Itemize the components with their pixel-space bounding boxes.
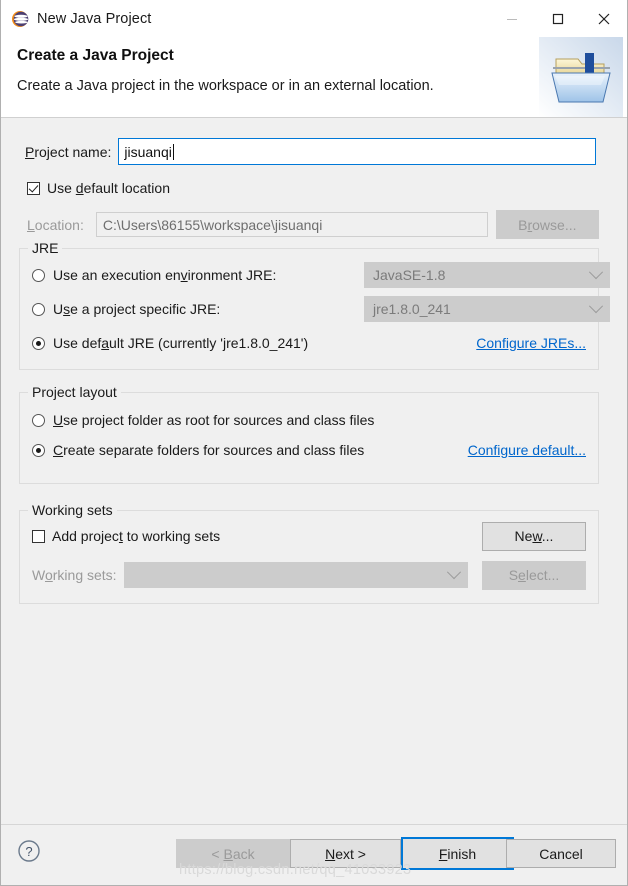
window-title: New Java Project (37, 10, 152, 27)
working-sets-group: Working sets Add project to working sets… (19, 502, 599, 604)
wizard-header: Create a Java Project Create a Java proj… (1, 37, 627, 118)
jre-execution-environment-radio[interactable] (32, 268, 45, 282)
project-layout-group-title: Project layout (28, 384, 121, 400)
configure-default-link[interactable]: Configure default... (468, 442, 586, 458)
working-sets-label: Working sets: (32, 567, 117, 583)
chevron-down-icon (588, 265, 604, 280)
window-controls (489, 0, 627, 37)
finish-button[interactable]: Finish (401, 837, 514, 870)
svg-text:?: ? (25, 844, 32, 859)
select-working-set-label: Select... (508, 567, 560, 583)
layout-project-folder-radio[interactable] (32, 413, 45, 427)
new-java-project-dialog: New Java Project Create a Java Project C… (0, 0, 628, 886)
location-value: C:\Users\86155\workspace\jisuanqi (102, 216, 323, 233)
browse-button: Browse... (495, 210, 599, 239)
new-working-set-button[interactable]: New... (482, 521, 586, 551)
maximize-icon[interactable] (535, 0, 581, 37)
location-row: Location: C:\Users\86155\workspace\jisua… (27, 210, 599, 239)
page-title: Create a Java Project (17, 47, 174, 64)
text-caret (172, 143, 174, 160)
chevron-down-icon (588, 299, 604, 314)
next-label: Next > (325, 845, 366, 862)
browse-label: Browse... (518, 216, 577, 233)
project-name-input[interactable]: jisuanqi (118, 138, 597, 165)
jre-option-execution-environment[interactable]: Use an execution environment JRE: JavaSE… (32, 262, 610, 288)
jre-default-radio[interactable] (32, 336, 45, 350)
jre-option-project-specific[interactable]: Use a project specific JRE: jre1.8.0_241 (32, 296, 610, 322)
jre-project-specific-radio[interactable] (32, 302, 45, 316)
working-sets-group-title: Working sets (28, 502, 117, 518)
project-name-row: Project name: jisuanqi (25, 138, 597, 165)
jre-group-title: JRE (28, 240, 63, 256)
finish-label: Finish (438, 845, 477, 862)
working-sets-combo (124, 562, 468, 588)
project-name-label: Project name: (25, 143, 112, 160)
chevron-down-icon (446, 565, 462, 580)
select-working-set-button: Select... (482, 560, 586, 590)
execution-environment-value: JavaSE-1.8 (373, 267, 446, 283)
project-layout-group: Project layout Use project folder as roo… (19, 384, 599, 484)
page-description: Create a Java project in the workspace o… (17, 78, 434, 94)
java-project-folder-icon (539, 37, 623, 117)
eclipse-icon (11, 10, 29, 28)
working-sets-select-row: Working sets: Select... (32, 560, 588, 590)
add-to-working-sets-row[interactable]: Add project to working sets New... (32, 521, 588, 551)
use-default-location-checkbox[interactable] (27, 181, 40, 195)
project-specific-jre-value: jre1.8.0_241 (373, 301, 451, 317)
help-icon[interactable]: ? (17, 839, 41, 863)
layout-project-folder-label: Use project folder as root for sources a… (53, 412, 375, 428)
layout-option-separate-folders[interactable]: Create separate folders for sources and … (32, 442, 588, 458)
add-to-working-sets-label: Add project to working sets (52, 528, 221, 544)
execution-environment-combo: JavaSE-1.8 (364, 262, 610, 288)
title-bar: New Java Project (1, 0, 627, 37)
use-default-location-row[interactable]: Use default location (27, 180, 170, 196)
layout-separate-folders-label: Create separate folders for sources and … (53, 442, 365, 458)
location-field: C:\Users\86155\workspace\jisuanqi (95, 212, 488, 237)
use-default-location-label: Use default location (47, 180, 170, 196)
jre-option-default[interactable]: Use default JRE (currently 'jre1.8.0_241… (32, 335, 588, 351)
project-specific-jre-combo: jre1.8.0_241 (364, 296, 610, 322)
watermark: https://blog.csdn.net/qq_41033923 (179, 862, 412, 878)
close-icon[interactable] (581, 0, 627, 37)
add-to-working-sets-checkbox[interactable] (32, 529, 45, 543)
configure-jres-link[interactable]: Configure JREs... (476, 335, 586, 351)
jre-group: JRE Use an execution environment JRE: Ja… (19, 240, 610, 370)
jre-default-label: Use default JRE (currently 'jre1.8.0_241… (53, 335, 309, 351)
layout-separate-folders-radio[interactable] (32, 443, 45, 457)
cancel-button[interactable]: Cancel (506, 839, 616, 868)
layout-option-project-folder-root[interactable]: Use project folder as root for sources a… (32, 412, 588, 428)
new-working-set-label: New... (514, 528, 554, 544)
back-label: < Back (211, 845, 255, 862)
dialog-body: Project name: jisuanqi Use default locat… (1, 118, 627, 855)
jre-project-specific-label: Use a project specific JRE: (53, 301, 221, 317)
project-name-value: jisuanqi (124, 143, 172, 160)
minimize-icon[interactable] (489, 0, 535, 37)
location-label: Location: (27, 216, 84, 233)
cancel-label: Cancel (539, 845, 583, 862)
jre-execution-environment-label: Use an execution environment JRE: (53, 267, 277, 283)
